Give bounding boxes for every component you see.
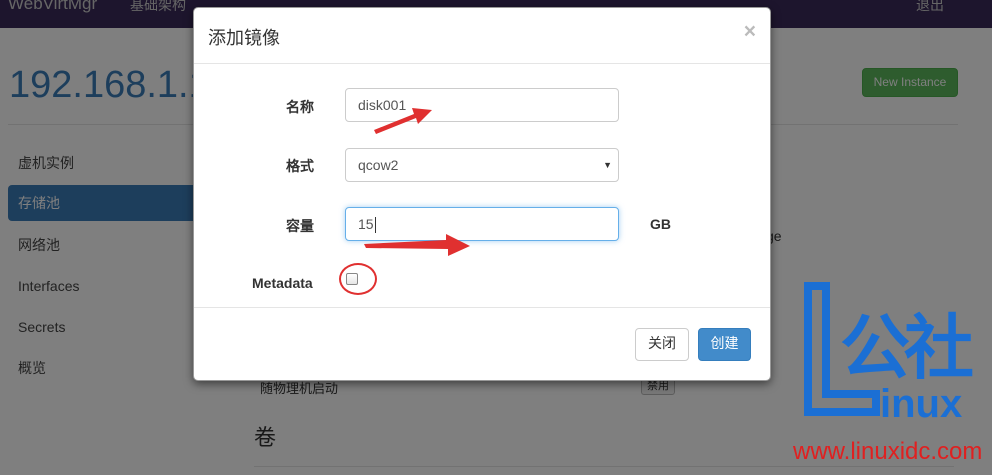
close-button[interactable]: 关闭 [635,328,689,361]
text-caret [374,217,376,234]
watermark-url: www.linuxidc.com [793,438,983,465]
close-icon[interactable]: × [744,20,756,44]
modal-title: 添加镜像 [208,28,280,49]
format-label: 格式 [286,158,314,174]
format-select-value: qcow2 [358,157,399,173]
annotation-arrow [374,108,432,134]
capacity-unit: GB [650,216,671,232]
name-label: 名称 [286,99,314,115]
capacity-input-value: 15 [358,216,374,232]
add-image-modal: 添加镜像 × 名称 disk001 格式 qcow2 ▼ 容量 15 GB Me… [193,7,771,381]
chevron-down-icon: ▼ [603,160,612,170]
watermark-brand-inux: inux [880,382,963,426]
metadata-label: Metadata [252,275,313,291]
modal-footer-divider [194,307,770,308]
watermark-brand-cn: 公社 [840,307,974,389]
capacity-label: 容量 [286,218,314,234]
annotation-arrow [364,234,470,256]
format-select[interactable]: qcow2 ▼ [345,148,619,182]
create-button[interactable]: 创建 [698,328,751,361]
annotation-circle [339,263,377,295]
modal-header: 添加镜像 × [194,8,770,64]
